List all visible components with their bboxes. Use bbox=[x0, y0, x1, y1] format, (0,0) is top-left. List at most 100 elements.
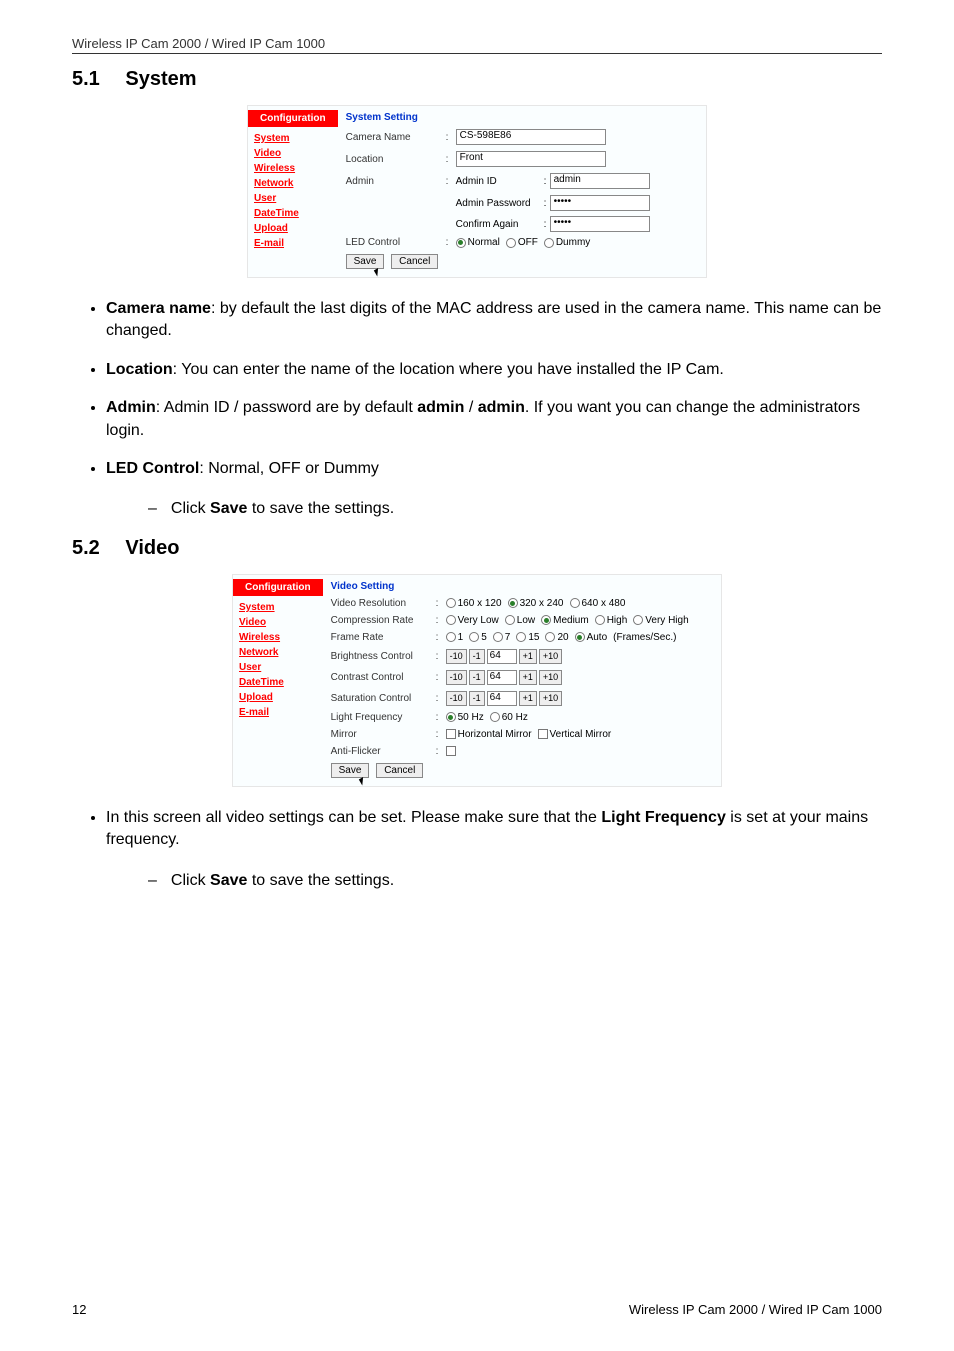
camera-name-label: Camera Name bbox=[346, 132, 446, 143]
sidebar-item-user[interactable]: User bbox=[248, 191, 338, 206]
term: Camera name bbox=[106, 300, 211, 317]
saturation-minus1-button[interactable]: -1 bbox=[469, 691, 485, 706]
sidebar-item-video[interactable]: Video bbox=[233, 615, 323, 630]
contrast-minus10-button[interactable]: -10 bbox=[446, 670, 467, 685]
comp-vhigh-radio[interactable]: Very High bbox=[633, 615, 688, 626]
doc-header: Wireless IP Cam 2000 / Wired IP Cam 1000 bbox=[72, 36, 882, 54]
opt-label: Auto bbox=[587, 632, 608, 643]
desc: Click bbox=[171, 872, 210, 889]
sidebar-item-wireless[interactable]: Wireless bbox=[233, 630, 323, 645]
video-description-list: In this screen all video settings can be… bbox=[72, 807, 882, 892]
fr-20-radio[interactable]: 20 bbox=[545, 632, 568, 643]
sidebar-item-wireless[interactable]: Wireless bbox=[248, 161, 338, 176]
cancel-button[interactable]: Cancel bbox=[391, 254, 438, 269]
fr-5-radio[interactable]: 5 bbox=[469, 632, 487, 643]
brightness-plus1-button[interactable]: +1 bbox=[519, 649, 537, 664]
contrast-plus1-button[interactable]: +1 bbox=[519, 670, 537, 685]
sidebar-item-email[interactable]: E-mail bbox=[248, 236, 338, 251]
comp-vlow-radio[interactable]: Very Low bbox=[446, 615, 499, 626]
opt-label: 640 x 480 bbox=[582, 598, 626, 609]
radio-icon bbox=[633, 615, 643, 625]
vertical-mirror-checkbox[interactable]: Vertical Mirror bbox=[538, 729, 612, 740]
sidebar-item-user[interactable]: User bbox=[233, 660, 323, 675]
sidebar-item-email[interactable]: E-mail bbox=[233, 705, 323, 720]
res-640-radio[interactable]: 640 x 480 bbox=[570, 598, 626, 609]
sidebar-item-network[interactable]: Network bbox=[248, 176, 338, 191]
contrast-plus10-button[interactable]: +10 bbox=[539, 670, 562, 685]
radio-icon bbox=[508, 598, 518, 608]
brightness-plus10-button[interactable]: +10 bbox=[539, 649, 562, 664]
colon: : bbox=[446, 154, 456, 165]
saturation-minus10-button[interactable]: -10 bbox=[446, 691, 467, 706]
saturation-label: Saturation Control bbox=[331, 693, 436, 704]
admin-id-input[interactable]: admin bbox=[550, 173, 650, 189]
sidebar-item-upload[interactable]: Upload bbox=[248, 221, 338, 236]
led-normal-radio[interactable]: Normal bbox=[456, 237, 500, 248]
opt-label: 7 bbox=[505, 632, 511, 643]
sidebar-item-system[interactable]: System bbox=[233, 600, 323, 615]
sidebar-item-datetime[interactable]: DateTime bbox=[233, 675, 323, 690]
saturation-plus1-button[interactable]: +1 bbox=[519, 691, 537, 706]
opt-label: Very Low bbox=[458, 615, 499, 626]
desc: / bbox=[464, 399, 477, 416]
colon: : bbox=[436, 672, 446, 683]
led-dummy-radio[interactable]: Dummy bbox=[544, 237, 590, 248]
brightness-minus1-button[interactable]: -1 bbox=[469, 649, 485, 664]
freq-60-radio[interactable]: 60 Hz bbox=[490, 712, 528, 723]
section-5-1-heading: 5.1 System bbox=[72, 68, 882, 91]
save-button[interactable]: Save bbox=[346, 254, 385, 269]
contrast-minus1-button[interactable]: -1 bbox=[469, 670, 485, 685]
desc: : You can enter the name of the location… bbox=[173, 361, 724, 378]
opt-label: OFF bbox=[518, 237, 538, 248]
res-160-radio[interactable]: 160 x 120 bbox=[446, 598, 502, 609]
saturation-plus10-button[interactable]: +10 bbox=[539, 691, 562, 706]
saturation-value[interactable]: 64 bbox=[487, 691, 517, 706]
desc: to save the settings. bbox=[247, 500, 394, 517]
brightness-minus10-button[interactable]: -10 bbox=[446, 649, 467, 664]
fr-1-radio[interactable]: 1 bbox=[446, 632, 464, 643]
save-button[interactable]: Save bbox=[331, 763, 370, 778]
sidebar-item-system[interactable]: System bbox=[248, 131, 338, 146]
radio-icon bbox=[469, 632, 479, 642]
colon: : bbox=[446, 176, 456, 187]
sidebar-item-network[interactable]: Network bbox=[233, 645, 323, 660]
location-input[interactable]: Front bbox=[456, 151, 606, 167]
location-label: Location bbox=[346, 154, 446, 165]
opt-label: 5 bbox=[481, 632, 487, 643]
res-320-radio[interactable]: 320 x 240 bbox=[508, 598, 564, 609]
brightness-value[interactable]: 64 bbox=[487, 649, 517, 664]
radio-icon bbox=[541, 615, 551, 625]
comp-low-radio[interactable]: Low bbox=[505, 615, 535, 626]
radio-icon bbox=[493, 632, 503, 642]
radio-icon bbox=[545, 632, 555, 642]
radio-icon bbox=[505, 615, 515, 625]
checkbox-icon bbox=[538, 729, 548, 739]
fr-15-radio[interactable]: 15 bbox=[516, 632, 539, 643]
led-off-radio[interactable]: OFF bbox=[506, 237, 538, 248]
sidebar-item-upload[interactable]: Upload bbox=[233, 690, 323, 705]
colon: : bbox=[436, 632, 446, 643]
confirm-input[interactable]: ••••• bbox=[550, 216, 650, 232]
fr-7-radio[interactable]: 7 bbox=[493, 632, 511, 643]
term: LED Control bbox=[106, 460, 199, 477]
opt-label: Medium bbox=[553, 615, 589, 626]
anti-flicker-checkbox[interactable] bbox=[446, 746, 456, 756]
cancel-button[interactable]: Cancel bbox=[376, 763, 423, 778]
colon: : bbox=[446, 237, 456, 248]
horizontal-mirror-checkbox[interactable]: Horizontal Mirror bbox=[446, 729, 532, 740]
sidebar-item-video[interactable]: Video bbox=[248, 146, 338, 161]
fr-auto-radio[interactable]: Auto bbox=[575, 632, 608, 643]
colon: : bbox=[446, 132, 456, 143]
freq-50-radio[interactable]: 50 Hz bbox=[446, 712, 484, 723]
radio-icon bbox=[446, 598, 456, 608]
opt-label: Very High bbox=[645, 615, 688, 626]
contrast-value[interactable]: 64 bbox=[487, 670, 517, 685]
sidebar-item-datetime[interactable]: DateTime bbox=[248, 206, 338, 221]
radio-icon bbox=[575, 632, 585, 642]
comp-high-radio[interactable]: High bbox=[595, 615, 628, 626]
camera-name-input[interactable]: CS-598E86 bbox=[456, 129, 606, 145]
opt-label: 50 Hz bbox=[458, 712, 484, 723]
admin-password-input[interactable]: ••••• bbox=[550, 195, 650, 211]
comp-med-radio[interactable]: Medium bbox=[541, 615, 589, 626]
admin-desc: Admin: Admin ID / password are by defaul… bbox=[106, 397, 882, 442]
